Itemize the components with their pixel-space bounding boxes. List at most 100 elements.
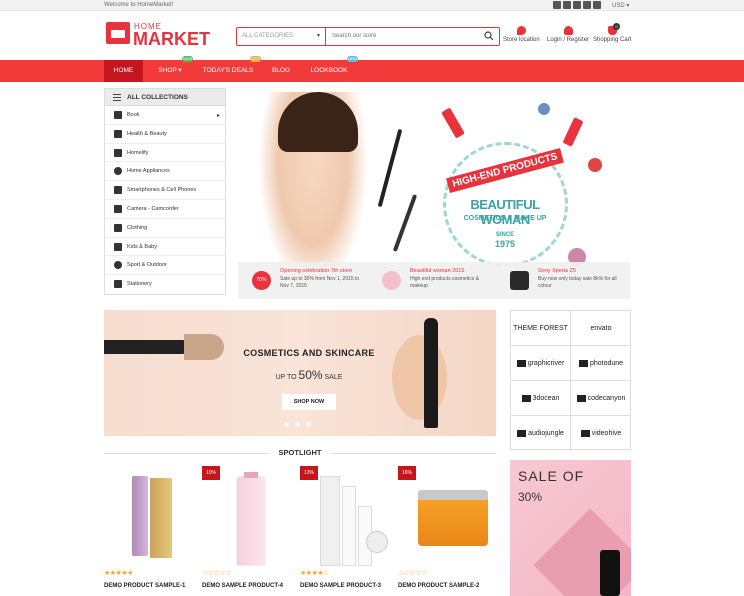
store-location-link[interactable]: Store location — [503, 26, 540, 43]
lipstick — [441, 107, 465, 139]
discount-badge: 10% — [202, 466, 220, 480]
shopping-cart-link[interactable]: 0 Shopping Cart — [593, 23, 632, 43]
login-register-link[interactable]: Login / Register — [547, 26, 589, 43]
brand-photodune[interactable]: photodune — [571, 346, 631, 381]
rating-stars: ☆☆☆☆☆ — [202, 570, 231, 577]
promo-item[interactable]: 70% Opening celebration 7th store Sale u… — [242, 268, 372, 296]
collections-header[interactable]: ALL COLLECTIONS — [105, 89, 225, 106]
sidebar-item-book[interactable]: Book ▸ — [105, 106, 225, 125]
product-name[interactable]: DEMO SAMPLE PRODUCT-4 — [202, 583, 283, 589]
nav-blog[interactable]: BLOG — [266, 60, 296, 82]
hero-slider[interactable]: HIGH-END PRODUCTS BEAUTIFUL WOMAN COSMET… — [238, 88, 630, 299]
badge-subtitle: COSMETICS & MAKE UP — [463, 215, 547, 222]
slider-dot[interactable] — [295, 422, 300, 427]
promo-desc: Buy now only today sale 8k% for all colo… — [538, 276, 617, 289]
codecanyon-icon — [576, 394, 586, 402]
sidebar-item-clothing[interactable]: Clothing — [105, 219, 225, 238]
nav-home[interactable]: HOME — [104, 60, 143, 82]
brand-3docean[interactable]: 3docean — [511, 381, 571, 416]
pinterest-icon[interactable] — [573, 1, 581, 9]
brand-codecanyon[interactable]: codecanyon — [571, 381, 631, 416]
product-card[interactable]: 16% ☆☆☆☆☆ DEMO PRODUCT SAMPLE-2 — [398, 466, 488, 596]
banner-title: COSMETICS AND SKINCARE — [243, 348, 375, 358]
category-select[interactable]: ALL CATEGORIES ▼ — [237, 28, 326, 45]
category-select-label: ALL CATEGORIES — [242, 33, 294, 39]
brand-label: photodune — [589, 359, 624, 367]
promo-item[interactable]: Beautiful woman 2015 High end products c… — [372, 268, 502, 296]
product-card[interactable]: 10% ☆☆☆☆☆ DEMO SAMPLE PRODUCT-4 — [202, 466, 292, 596]
shop-now-button[interactable]: SHOP NOW — [282, 394, 336, 410]
mask-jar — [418, 496, 488, 546]
sidebar-item-camera[interactable]: Camera - Camcorder — [105, 200, 225, 219]
main-nav: HOME SHOP ▾ NEW TODAY'S DEALS HOT BLOG L… — [0, 56, 744, 82]
graphicriver-icon — [516, 359, 526, 367]
mascara-bottle — [600, 550, 620, 596]
product-name[interactable]: DEMO PRODUCT SAMPLE-1 — [104, 583, 185, 589]
brand-label: videohive — [591, 430, 622, 437]
brand-themeforest[interactable]: THEME FOREST — [511, 311, 571, 346]
brand-envato[interactable]: envato — [571, 311, 631, 346]
youtube-icon[interactable] — [593, 1, 601, 9]
collections-title: ALL COLLECTIONS — [127, 94, 188, 101]
cart-count-badge: 0 — [613, 23, 620, 30]
promo-title: Opening celebration 7th store — [280, 268, 353, 274]
promo-badge: 70% — [252, 271, 271, 290]
logo-main-text: MARKET — [133, 29, 210, 49]
welcome-text: Welcome to HomeMarket! — [104, 2, 174, 8]
blush — [588, 158, 602, 172]
cosmetics-banner[interactable]: COSMETICS AND SKINCARE UP TO 50% SALE SH… — [104, 310, 496, 436]
twitter-icon[interactable] — [553, 1, 561, 9]
sidebar-item-smartphones[interactable]: Smartphones & Cell Phones — [105, 181, 225, 200]
sidebar-item-kids-baby[interactable]: Kids & Baby — [105, 238, 225, 257]
slider-dot[interactable] — [284, 422, 289, 427]
foundation-swatch — [392, 335, 447, 420]
chevron-right-icon: ▸ — [216, 113, 220, 119]
slider-dots — [284, 422, 311, 427]
audiojungle-icon — [517, 430, 527, 437]
promo-item[interactable]: Sony Xperia Z5 Buy now only today sale 8… — [500, 268, 630, 296]
sidebar-item-homelify[interactable]: Homelify — [105, 144, 225, 163]
sidebar-item-stationery[interactable]: Stationery — [105, 275, 225, 294]
pencil-icon — [114, 280, 122, 289]
sale-title: SALE OF — [518, 468, 585, 484]
sidebar-item-home-appliances[interactable]: Home Appliances — [105, 162, 225, 182]
shopping-cart-label: Shopping Cart — [593, 37, 632, 43]
logo-shop-icon — [106, 22, 130, 44]
rating-stars: ☆☆☆☆☆ — [398, 570, 427, 577]
sale-banner[interactable]: SALE OF 30% — [510, 460, 631, 596]
product-image — [418, 476, 488, 566]
menu-icon — [113, 94, 121, 101]
sofa-icon — [114, 148, 122, 157]
skincare-bottle — [320, 476, 340, 566]
slider-dot[interactable] — [306, 422, 311, 427]
brand-label: envato — [590, 324, 612, 332]
search-input[interactable] — [332, 33, 472, 39]
sidebar-item-health-beauty[interactable]: Health & Beauty — [105, 125, 225, 144]
cream-jar — [366, 531, 388, 553]
sidebar-item-sport-outdoor[interactable]: Sport & Outdoor — [105, 256, 225, 276]
nav-todays-deals[interactable]: TODAY'S DEALS — [198, 60, 258, 82]
bb-cream-tube — [132, 476, 148, 556]
product-name[interactable]: DEMO PRODUCT SAMPLE-2 — [398, 583, 479, 589]
social-links — [553, 1, 601, 9]
nav-lookbook[interactable]: LOOKBOOK — [306, 60, 352, 82]
cosmetics-thumb — [382, 271, 401, 290]
product-name[interactable]: DEMO SAMPLE PRODUCT-3 — [300, 583, 381, 589]
brand-audiojungle[interactable]: audiojungle — [511, 416, 571, 451]
search-icon[interactable] — [484, 31, 494, 41]
brand-videohive[interactable]: videohive — [571, 416, 631, 451]
brand-graphicriver[interactable]: graphicriver — [511, 346, 571, 381]
nav-shop[interactable]: SHOP ▾ — [150, 60, 190, 82]
product-card[interactable]: ★★★★★ DEMO PRODUCT SAMPLE-1 — [104, 466, 194, 596]
product-image — [320, 476, 388, 566]
instagram-icon[interactable] — [583, 1, 591, 9]
product-card[interactable]: 13% ★★★★☆ DEMO SAMPLE PRODUCT-3 — [300, 466, 390, 596]
facebook-icon[interactable] — [563, 1, 571, 9]
chevron-down-icon: ▼ — [316, 33, 321, 39]
promo-desc: Sale up to 30% from Nov 1, 2015 to Nov 7… — [280, 276, 360, 289]
makeup-brush — [104, 334, 224, 360]
currency-selector[interactable]: USD ▾ — [612, 2, 629, 9]
nav-deals-badge: HOT — [250, 56, 261, 62]
shirt-icon — [114, 223, 122, 232]
brand-label: graphicriver — [527, 359, 565, 367]
